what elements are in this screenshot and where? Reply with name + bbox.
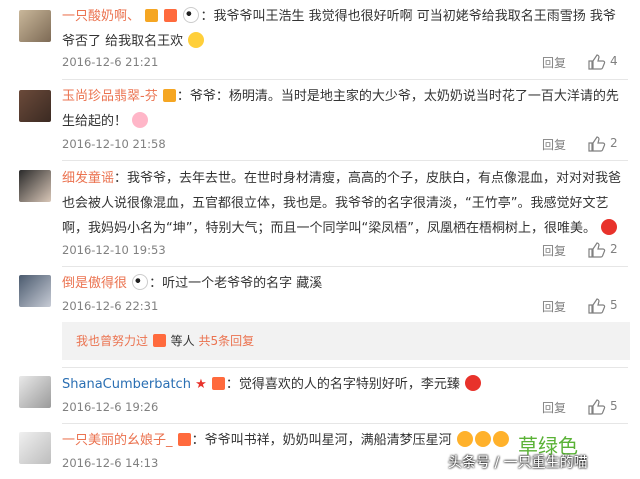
panda-emoji-icon [132,274,149,290]
star-icon: ★ [195,377,207,392]
like-count: 5 [610,399,618,413]
pig-emoji-icon [132,112,149,128]
thumb-up-icon[interactable] [588,298,606,314]
avatar[interactable] [19,432,51,464]
like-count: 5 [610,298,618,312]
sub-reply-middle: 等人 [170,334,195,348]
avatar[interactable] [19,275,51,307]
vip-badge-icon [162,89,176,102]
like-count: 2 [610,136,618,150]
reply-button[interactable]: 回复 [542,54,566,71]
member-badge-icon [177,433,191,446]
divider [62,79,628,80]
comment-username[interactable]: ShanaCumberbatch [62,377,191,392]
comment-text: ：我爷爷，去年去世。在世时身材清瘦，高高的个子，皮肤白，有点像混血，对对对我爸也… [62,171,622,236]
comment-text: ：爷爷叫书祥，奶奶叫星河，满船清梦压星河 [191,433,452,448]
thumb-up-icon[interactable] [588,399,606,415]
reply-button[interactable]: 回复 [542,298,566,315]
divider [62,423,628,424]
divider [62,160,628,161]
laugh-emoji-icon [456,431,473,447]
vip-badge-icon [145,9,159,22]
comment-time: 2016-12-10 21:58 [62,137,166,151]
comment-time: 2016-12-10 19:53 [62,243,166,257]
laugh-emoji-icon [474,431,491,447]
member-badge-icon [211,377,225,390]
smile-emoji-icon [188,32,205,48]
like-count: 4 [610,54,618,68]
member-badge-icon [164,9,178,22]
avatar[interactable] [19,10,51,42]
sub-reply-bar[interactable]: 我也曾努力过 等人 共5条回复 [62,322,630,360]
comment-text: ：听过一个老爷爷的名字 藏溪 [149,276,323,291]
thumb-up-icon[interactable] [588,136,606,152]
reply-button[interactable]: 回复 [542,242,566,259]
view-replies-link[interactable]: 共5条回复 [199,334,255,348]
avatar[interactable] [19,170,51,202]
comment-text: ：觉得喜欢的人的名字特别好听，李元臻 [225,377,460,392]
thumb-up-icon[interactable] [588,54,606,70]
comment-username[interactable]: 玉尚珍品翡翠-芬 [62,89,158,104]
comment-time: 2016-12-6 14:13 [62,456,159,470]
comment-username[interactable]: 一只美丽的幺娘子_ [62,433,173,448]
avatar[interactable] [19,376,51,408]
comment-time: 2016-12-6 21:21 [62,55,159,69]
reply-button[interactable]: 回复 [542,399,566,416]
panda-emoji-icon [183,7,200,23]
heart-emoji-icon [601,219,618,235]
avatar[interactable] [19,90,51,122]
comment-time: 2016-12-6 22:31 [62,299,159,313]
member-badge-icon [152,334,166,347]
laugh-emoji-icon [492,431,509,447]
sub-reply-user[interactable]: 我也曾努力过 [76,334,148,348]
comment-time: 2016-12-6 19:26 [62,400,159,414]
thumb-up-icon[interactable] [588,242,606,258]
divider [62,367,628,368]
comment-username[interactable]: 细发童谣 [62,171,114,186]
like-count: 2 [610,242,618,256]
comment-username[interactable]: 倒是傲得很 [62,276,127,291]
comment-username[interactable]: 一只酸奶啊、 [62,9,140,24]
heart-emoji-icon [465,375,482,391]
watermark-source: 头条号 / 一只重生的喵 [448,455,588,471]
divider [62,266,628,267]
reply-button[interactable]: 回复 [542,136,566,153]
